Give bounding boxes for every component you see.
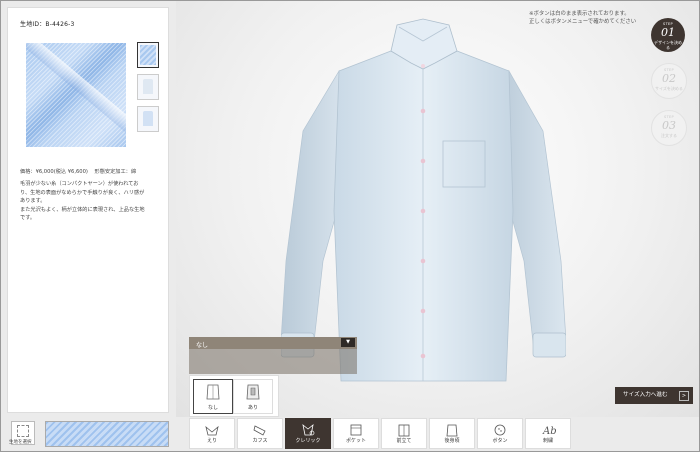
step-indicator: STEP 01 デザインを決める STEP 02 サイズを決める STEP 03… bbox=[651, 18, 687, 157]
option-dropdown[interactable] bbox=[189, 337, 357, 349]
cuffs-icon bbox=[253, 425, 266, 436]
app-frame: 生地ID：B-4426-3 価格：¥6,000(税込 ¥6,600) 形態安定加… bbox=[0, 0, 700, 452]
embroidery-icon: Ab bbox=[542, 426, 556, 437]
choice-with[interactable]: あり bbox=[233, 379, 273, 414]
tab-label: 刺繍 bbox=[542, 438, 553, 444]
price-row: 価格：¥6,000(税込 ¥6,600) 形態安定加工：綿 bbox=[20, 168, 136, 175]
step-number: 02 bbox=[662, 72, 676, 85]
step-1-design[interactable]: STEP 01 デザインを決める bbox=[651, 18, 685, 52]
choice-label: あり bbox=[247, 405, 258, 411]
step-number: 03 bbox=[662, 119, 676, 132]
desc-line: 毛羽が少ない糸（コンパクトヤーン）が使われてお bbox=[20, 181, 139, 187]
thumb-shirt-folded[interactable] bbox=[137, 106, 159, 132]
tab-cuffs[interactable]: カフス bbox=[237, 418, 283, 449]
step-text: サイズを決める bbox=[655, 86, 683, 91]
step-3-order[interactable]: STEP 03 注文する bbox=[651, 110, 687, 146]
desc-line: あります。 bbox=[20, 198, 46, 205]
choice-label: なし bbox=[207, 405, 218, 411]
desc-line: り、生地の表面がなめらかで手触りが良く、ハリ感が bbox=[20, 189, 145, 196]
back-body-icon bbox=[446, 424, 458, 437]
tab-label: ポケット bbox=[345, 438, 366, 444]
fabric-thumbnails bbox=[137, 42, 159, 138]
step-text: 注文する bbox=[661, 133, 677, 138]
cuff-plain-icon bbox=[206, 384, 220, 400]
price: 価格：¥6,000(税込 ¥6,600) bbox=[20, 169, 88, 175]
shirt-preview-image bbox=[281, 18, 566, 382]
notice-line: 正しくはボタンメニューで確かめてください bbox=[529, 19, 637, 25]
treatment: 形態安定加工：綿 bbox=[94, 169, 137, 175]
choice-none[interactable]: なし bbox=[193, 379, 233, 414]
fabric-select-label: 生地を選択 bbox=[9, 440, 32, 445]
fabric-select-icon bbox=[17, 425, 29, 437]
tab-label: えり bbox=[206, 438, 217, 444]
current-fabric-swatch[interactable] bbox=[45, 421, 169, 447]
tab-label: 後身頃 bbox=[444, 438, 460, 444]
arrow-right-icon: > bbox=[679, 391, 689, 401]
tab-label: カフス bbox=[252, 438, 268, 444]
button-icon bbox=[494, 424, 506, 436]
collar-icon bbox=[205, 425, 219, 436]
tab-cleric[interactable]: クレリック bbox=[285, 418, 331, 449]
tab-placket[interactable]: 前立て bbox=[381, 418, 427, 449]
placket-icon bbox=[398, 424, 410, 437]
tab-button[interactable]: ボタン bbox=[477, 418, 523, 449]
svg-text:Ab: Ab bbox=[542, 426, 556, 437]
option-selected-label: なし bbox=[196, 342, 209, 349]
cleric-icon bbox=[302, 424, 315, 436]
step-number: 01 bbox=[661, 26, 675, 39]
pocket-icon bbox=[350, 424, 362, 436]
tab-collar[interactable]: えり bbox=[189, 418, 235, 449]
tab-label: ボタン bbox=[492, 438, 508, 444]
desc-line: また光沢もよく、柄が立体的に表現され、上品な生地 bbox=[20, 206, 145, 213]
thumb-shirt-front[interactable] bbox=[137, 74, 159, 100]
dropdown-toggle-icon[interactable]: ▼ bbox=[341, 338, 355, 347]
notice-line: ※ボタンは白のまま表示されております。 bbox=[529, 11, 630, 17]
tab-embroidery[interactable]: Ab 刺繍 bbox=[525, 418, 571, 449]
fabric-info-panel: 生地ID：B-4426-3 価格：¥6,000(税込 ¥6,600) 形態安定加… bbox=[7, 7, 169, 413]
tab-pocket[interactable]: ポケット bbox=[333, 418, 379, 449]
tab-label: 前立て bbox=[396, 438, 412, 444]
proceed-to-size-button[interactable]: サイズ入力へ進む > bbox=[615, 387, 693, 404]
fabric-image bbox=[26, 43, 126, 147]
step-text: デザインを決める bbox=[654, 40, 682, 50]
button-color-notice: ※ボタンは白のまま表示されております。 正しくはボタンメニューで確かめてください bbox=[529, 10, 639, 26]
cuff-clip-icon bbox=[246, 384, 260, 400]
fabric-id: 生地ID：B-4426-3 bbox=[20, 21, 75, 28]
tab-label: クレリック bbox=[295, 438, 321, 444]
design-tabs: えり カフス クレリック ポケット 前立て 後身頃 ボタン Ab 刺繍 bbox=[189, 418, 571, 450]
desc-line: です。 bbox=[20, 215, 36, 222]
size-button-label: サイズ入力へ進む bbox=[623, 392, 668, 398]
step-2-size[interactable]: STEP 02 サイズを決める bbox=[651, 63, 687, 99]
tab-back-body[interactable]: 後身頃 bbox=[429, 418, 475, 449]
fabric-description: 毛羽が少ない糸（コンパクトヤーン）が使われてお り、生地の表面がなめらかで手触り… bbox=[20, 180, 165, 223]
thumb-fabric-closeup[interactable] bbox=[137, 42, 159, 68]
